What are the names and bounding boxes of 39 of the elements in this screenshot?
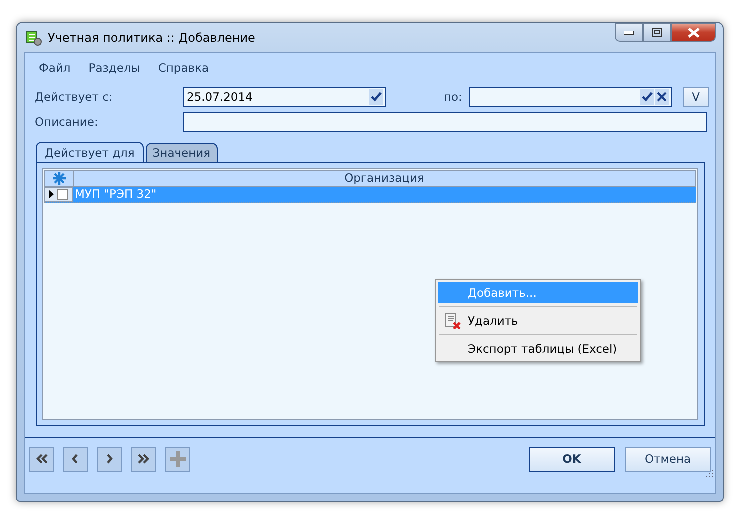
dialog-button[interactable]: Отмена <box>625 446 711 472</box>
minimize-button[interactable] <box>615 23 643 42</box>
field-label: Действует с: <box>35 90 114 104</box>
description-field[interactable] <box>183 112 707 132</box>
double-right-arrow-icon <box>138 454 150 464</box>
menu-item[interactable]: Файл <box>39 61 71 79</box>
checkbox[interactable] <box>57 189 68 200</box>
table-cell-text: МУП "РЭП 32" <box>74 187 158 202</box>
check-icon <box>370 92 382 102</box>
close-button[interactable] <box>671 23 716 42</box>
delete-document-icon <box>445 312 461 328</box>
clear-icon <box>657 92 667 102</box>
v-button[interactable]: V <box>683 87 709 107</box>
navigation-button[interactable] <box>131 446 156 472</box>
minimize-icon <box>624 30 634 34</box>
window-title: Учетная политика :: Добавление <box>48 30 256 44</box>
field-label: Описание: <box>35 115 100 129</box>
date-field[interactable] <box>469 87 672 107</box>
resize-grip-icon <box>704 468 714 478</box>
menu-item[interactable]: Разделы <box>88 61 140 79</box>
navigation-button[interactable] <box>29 446 54 472</box>
menu-item[interactable]: Экспорт таблицы (Excel) <box>438 338 638 359</box>
double-left-arrow-icon <box>36 454 48 464</box>
tab[interactable]: Действует для <box>36 142 144 162</box>
menu-item[interactable]: Справка <box>158 61 210 79</box>
check-icon <box>642 92 652 102</box>
dialog-button[interactable]: OK <box>529 446 615 472</box>
plus-icon <box>170 451 186 467</box>
menu-item[interactable]: Удалить <box>438 310 638 331</box>
app-icon <box>26 30 42 46</box>
tab[interactable]: Значения <box>146 143 218 162</box>
maximize-button[interactable] <box>643 23 671 42</box>
maximize-icon <box>652 28 662 37</box>
asterisk-icon <box>52 172 66 185</box>
field-label: по: <box>444 90 464 104</box>
close-icon <box>688 28 700 38</box>
navigation-button[interactable] <box>97 446 122 472</box>
navigation-button[interactable] <box>63 446 88 472</box>
date-field[interactable]: 25.07.2014 <box>183 87 386 107</box>
